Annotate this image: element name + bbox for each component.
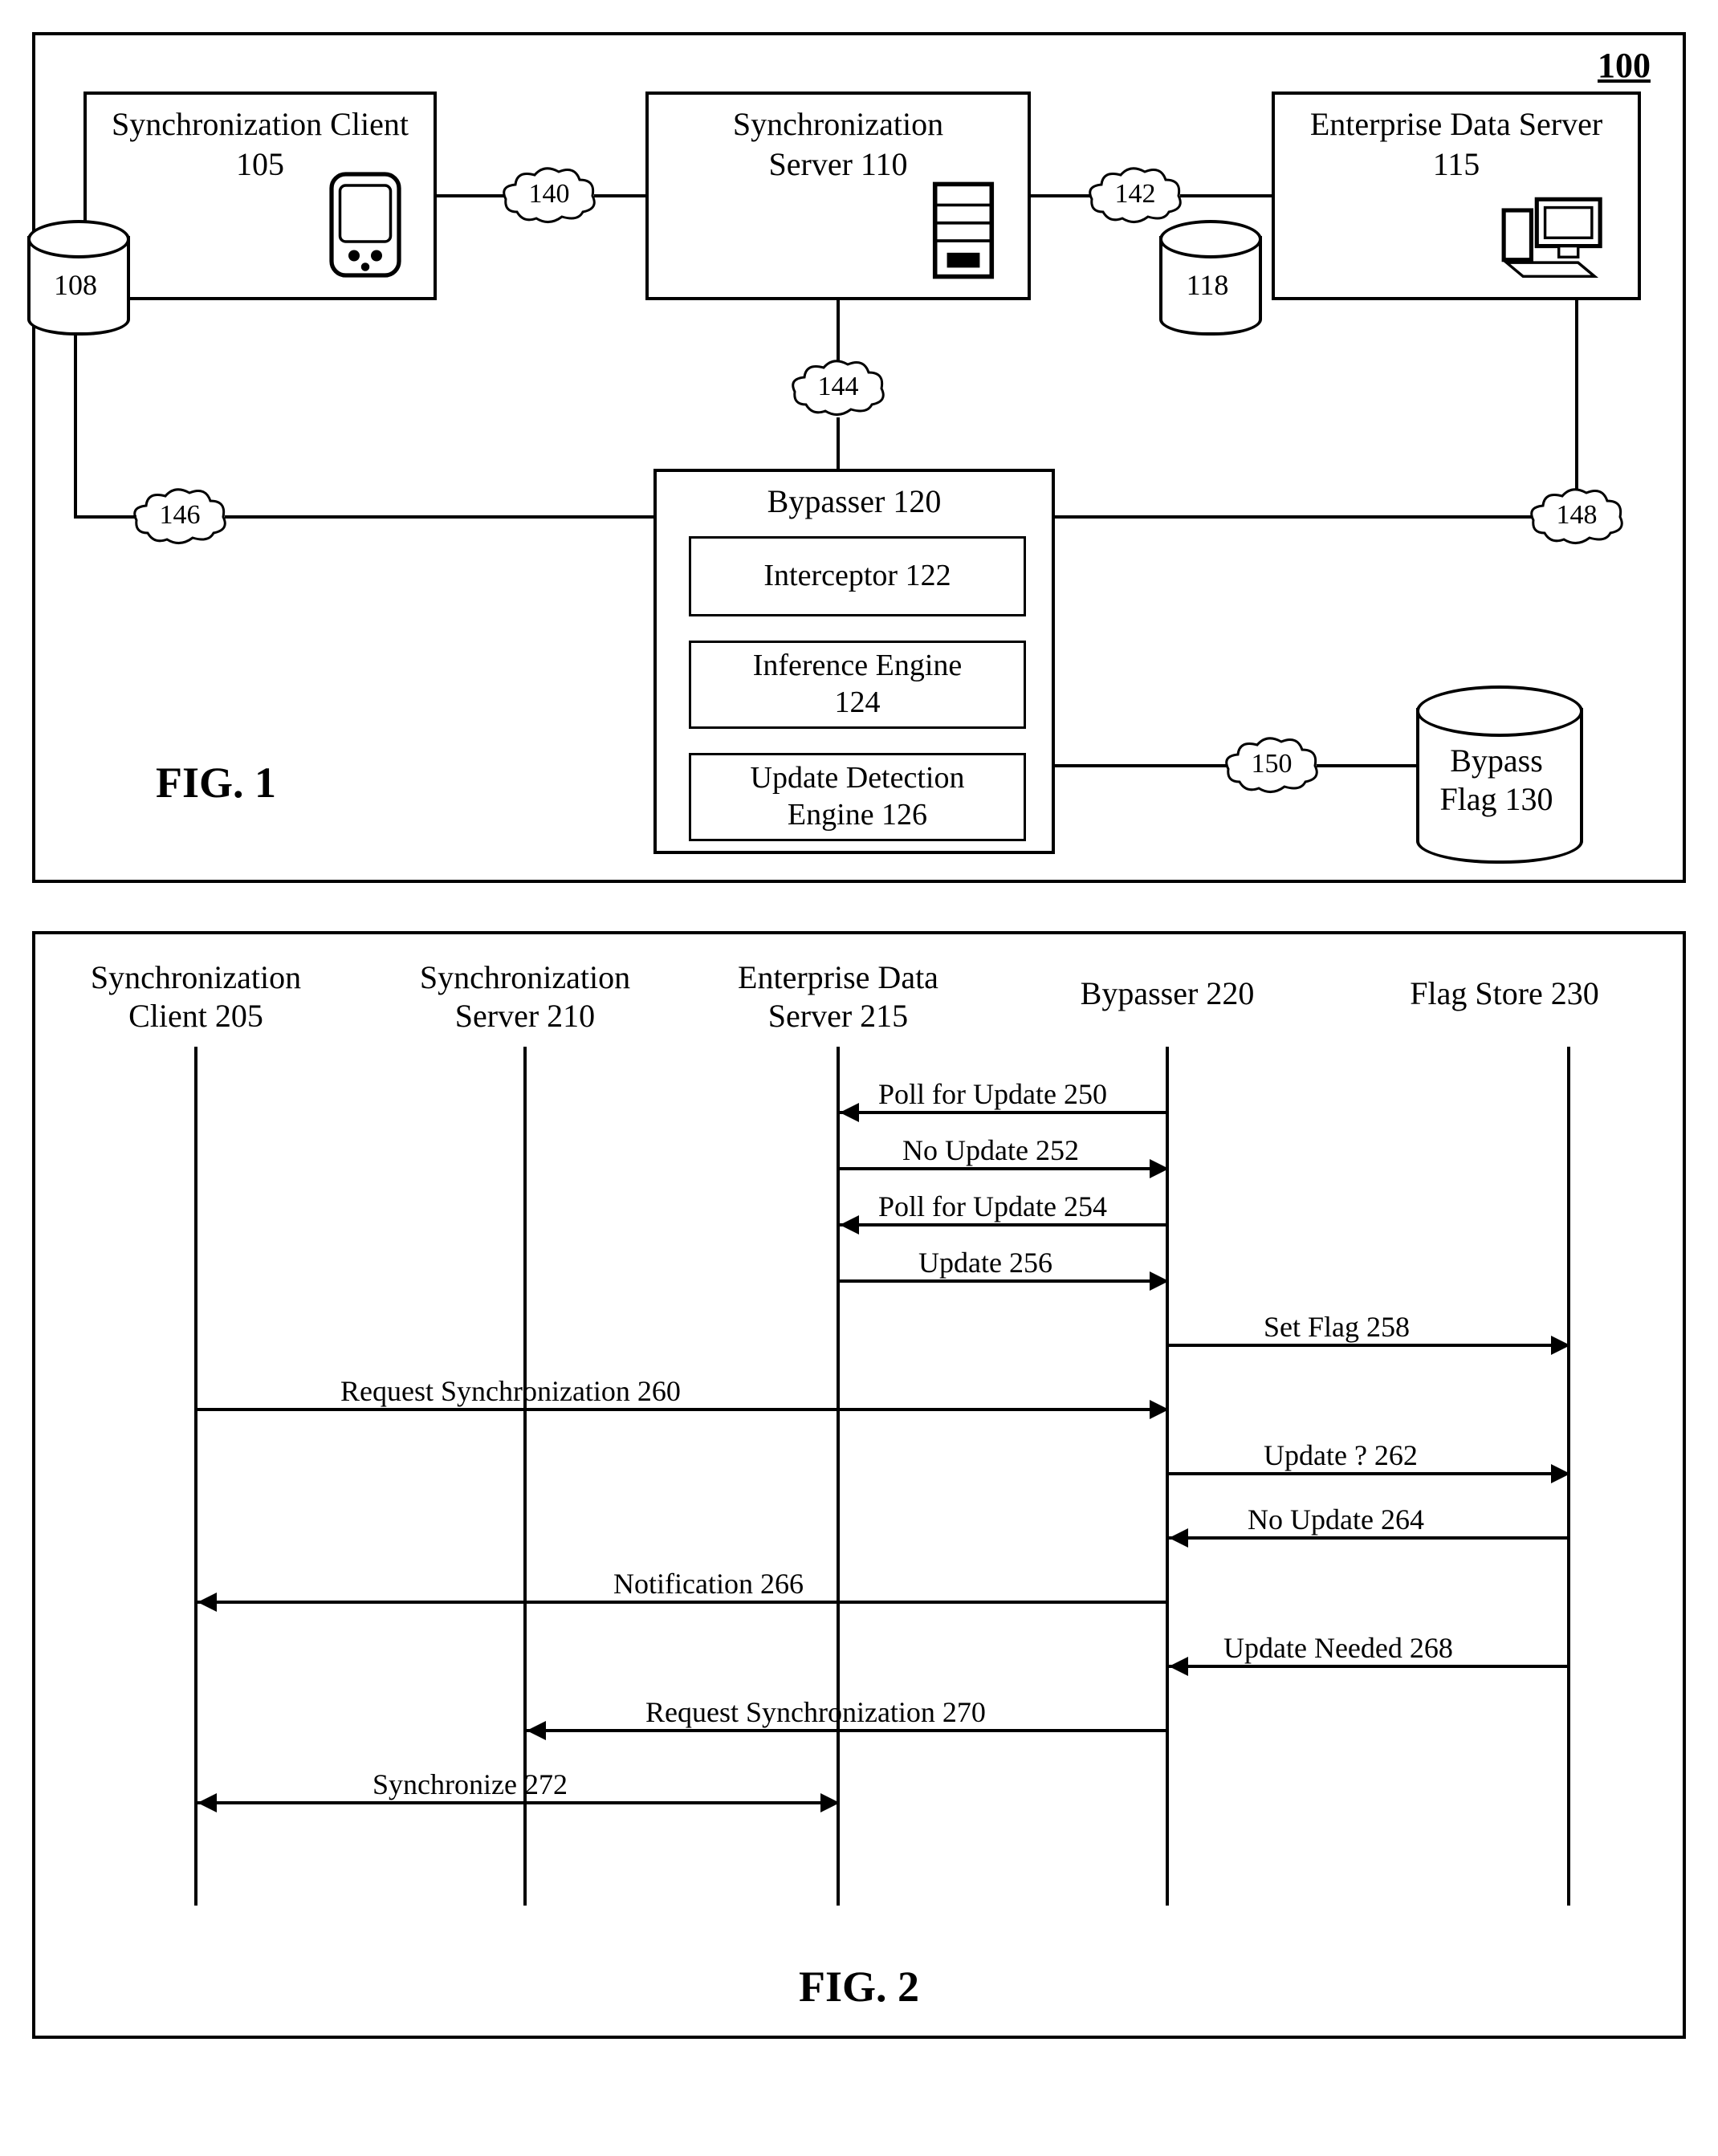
cloud-140-label: 140 [529, 179, 570, 209]
sync-server-name: Synchronization [733, 104, 943, 144]
link-ent-down [1575, 300, 1578, 490]
cloud-146-label: 146 [160, 500, 201, 530]
interceptor-name: Interceptor [763, 559, 898, 592]
msg-250-text: Poll for Update 250 [878, 1077, 1107, 1111]
cloud-142-label: 142 [1115, 179, 1156, 209]
cloud-148: 148 [1529, 485, 1625, 549]
bypasser-box: Bypasser 120 Interceptor 122 Inference E… [653, 469, 1055, 854]
msg-272-text: Synchronize 272 [373, 1768, 568, 1801]
sync-client-id: 105 [236, 144, 284, 185]
lifeline-server-label: SynchronizationServer 210 [420, 958, 630, 1035]
link-db108-146 [74, 515, 136, 519]
msg-258-text: Set Flag 258 [1264, 1310, 1410, 1344]
lifeline-flag-id: 230 [1551, 975, 1599, 1011]
cloud-140: 140 [501, 164, 597, 228]
link-144-bypasser [837, 417, 840, 469]
pda-icon [321, 169, 409, 281]
cloud-144-label: 144 [818, 372, 859, 401]
link-db108-down [74, 332, 77, 517]
update-detection-box: Update Detection Engine 126 [689, 753, 1026, 841]
msg-270-text: Request Synchronization 270 [645, 1695, 986, 1729]
db-ent-id: 118 [1159, 268, 1256, 302]
server-tower-icon [923, 178, 1004, 283]
fig1-title: FIG. 1 [156, 758, 276, 807]
sync-client-name: Synchronization Client [112, 104, 409, 144]
lifeline-bypasser-label: Bypasser 220 [1081, 974, 1255, 1013]
cloud-142: 142 [1087, 164, 1183, 228]
enterprise-server-name: Enterprise Data Server [1310, 104, 1602, 144]
cloud-150: 150 [1223, 734, 1320, 798]
bypass-flag-cylinder: BypassFlag 130 [1416, 685, 1577, 862]
lifeline-ent [837, 1047, 840, 1906]
msg-252-text: No Update 252 [902, 1133, 1079, 1167]
cloud-148-label: 148 [1557, 500, 1598, 530]
link-bypasser-148 [1055, 515, 1532, 519]
sync-server-box: Synchronization Server 110 [645, 92, 1031, 300]
cloud-150-label: 150 [1252, 749, 1293, 779]
enterprise-server-box: Enterprise Data Server 115 [1272, 92, 1641, 300]
link-146-bypasser [225, 515, 653, 519]
lifeline-client [194, 1047, 197, 1906]
cloud-146: 146 [132, 485, 228, 549]
msg-264-text: No Update 264 [1248, 1503, 1424, 1536]
msg-260-text: Request Synchronization 260 [340, 1374, 681, 1408]
inference-box: Inference Engine 124 [689, 641, 1026, 729]
msg-268-text: Update Needed 268 [1223, 1631, 1453, 1665]
lifeline-flag-label: Flag Store 230 [1410, 974, 1599, 1013]
interceptor-box: Interceptor 122 [689, 536, 1026, 616]
figure-number: 100 [1598, 45, 1651, 86]
update-detection-name: Update Detection [751, 760, 965, 797]
msg-266-text: Notification 266 [613, 1567, 804, 1601]
enterprise-server-id: 115 [1433, 144, 1480, 185]
fig2-title: FIG. 2 [799, 1962, 919, 2012]
sync-client-box: Synchronization Client 105 [83, 92, 437, 300]
inference-id: 124 [835, 685, 881, 722]
link-client-140 [437, 194, 504, 197]
cloud-144: 144 [790, 356, 886, 421]
desktop-icon [1493, 191, 1622, 287]
db-client-id: 108 [27, 268, 124, 302]
msg-256-text: Update 256 [918, 1246, 1052, 1279]
figure-1: 100 Synchronization Client 105 108 Synch… [32, 32, 1686, 883]
link-bypasser-150 [1055, 764, 1227, 767]
lifeline-client-label: SynchronizationClient 205 [91, 958, 301, 1035]
interceptor-id: 122 [906, 559, 951, 592]
link-150-flag [1317, 764, 1418, 767]
lifeline-ent-label: Enterprise DataServer 215 [738, 958, 938, 1035]
link-server-144 [837, 300, 840, 361]
figure-2: SynchronizationClient 205 Synchronizatio… [32, 931, 1686, 2039]
lifeline-bypasser-name: Bypasser [1081, 975, 1199, 1011]
db-client-cylinder: 108 [27, 220, 124, 332]
bypasser-name: Bypasser [767, 483, 885, 519]
bypasser-id: 120 [893, 483, 941, 519]
msg-254-text: Poll for Update 254 [878, 1190, 1107, 1223]
link-server-142 [1031, 194, 1090, 197]
lifeline-flag-name: Flag Store [1410, 975, 1543, 1011]
lifeline-bypasser-id: 220 [1206, 975, 1254, 1011]
db-ent-cylinder: 118 [1159, 220, 1256, 332]
inference-name: Inference Engine [753, 648, 963, 685]
link-140-server [594, 194, 645, 197]
msg-262-text: Update ? 262 [1264, 1438, 1418, 1472]
link-142-ent [1180, 194, 1272, 197]
